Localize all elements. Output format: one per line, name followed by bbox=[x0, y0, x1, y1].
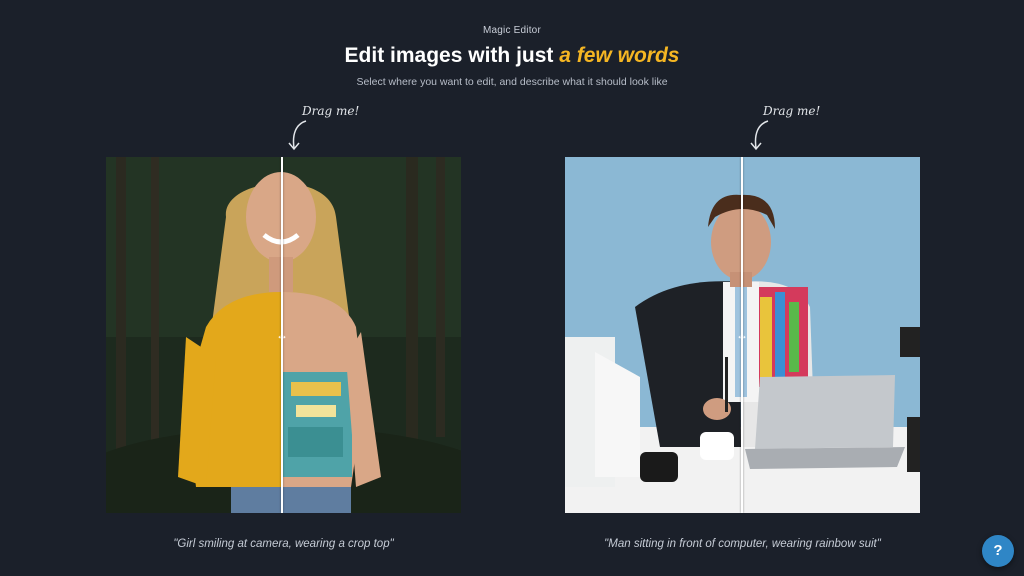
resize-horizontal-icon[interactable]: ↔ bbox=[271, 328, 293, 342]
help-button[interactable]: ? bbox=[982, 535, 1014, 567]
before-after-slider-left[interactable]: ↔ bbox=[106, 157, 461, 513]
page-title: Edit images with just a few words bbox=[0, 44, 1024, 68]
page-title-accent: a few words bbox=[559, 44, 680, 67]
example-caption-right: "Man sitting in front of computer, weari… bbox=[604, 538, 881, 550]
curved-arrow-icon bbox=[288, 120, 307, 151]
magic-editor-page: Magic Editor Edit images with just a few… bbox=[0, 0, 1024, 576]
page-subtitle: Select where you want to edit, and descr… bbox=[356, 76, 668, 88]
before-after-slider-right[interactable]: ↔ bbox=[565, 157, 920, 513]
resize-horizontal-icon[interactable]: ↔ bbox=[731, 328, 753, 342]
example-caption-left: "Girl smiling at camera, wearing a crop … bbox=[173, 538, 394, 550]
drag-hint-left: Drag me! bbox=[302, 104, 360, 118]
page-title-start: Edit images with just bbox=[344, 44, 560, 67]
drag-hint-right: Drag me! bbox=[763, 104, 821, 118]
section-eyebrow: Magic Editor bbox=[483, 25, 541, 36]
curved-arrow-icon bbox=[750, 120, 769, 151]
